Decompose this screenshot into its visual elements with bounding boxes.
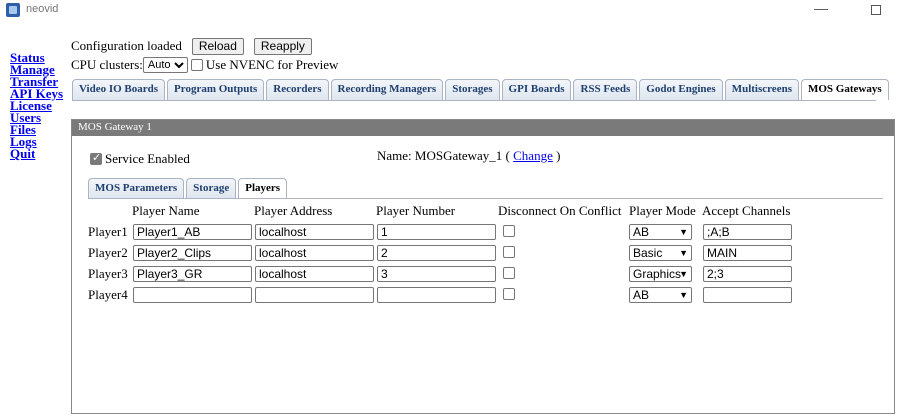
- player-label: Player1: [88, 224, 128, 239]
- nvenc-checkbox[interactable]: [190, 59, 203, 71]
- tab-recorders[interactable]: Recorders: [266, 79, 329, 100]
- tab-recording-managers[interactable]: Recording Managers: [330, 79, 444, 100]
- header-player-address: Player Address: [254, 203, 333, 218]
- config-status-text: Configuration loaded: [71, 38, 182, 53]
- disconnect-checkbox[interactable]: [503, 246, 515, 258]
- player-label: Player2: [88, 245, 128, 260]
- change-name-link[interactable]: Change: [513, 148, 553, 163]
- tab-video-io-boards[interactable]: Video IO Boards: [72, 79, 166, 100]
- subtab-mos-parameters[interactable]: MOS Parameters: [88, 178, 185, 198]
- player-mode-select[interactable]: Graphics ▼: [629, 266, 692, 282]
- reload-button[interactable]: Reload: [191, 37, 244, 55]
- paren-open: (: [505, 148, 510, 163]
- player-name-input[interactable]: [133, 287, 252, 303]
- tab-storages[interactable]: Storages: [445, 79, 500, 100]
- player-address-input[interactable]: localhost: [255, 245, 374, 261]
- accept-channels-input[interactable]: 2;3: [703, 266, 792, 282]
- accept-channels-input[interactable]: [703, 287, 792, 303]
- chevron-down-icon: ▼: [679, 290, 688, 300]
- chevron-down-icon: ▼: [679, 248, 688, 258]
- player-mode-select[interactable]: AB ▼: [629, 287, 692, 303]
- player-address-input[interactable]: [255, 287, 374, 303]
- nvenc-label: Use NVENC for Preview: [205, 57, 339, 72]
- name-prefix: Name:: [377, 148, 412, 163]
- chevron-down-icon: ▼: [679, 269, 688, 279]
- chevron-down-icon: ▼: [679, 227, 688, 237]
- tab-godot-engines[interactable]: Godot Engines: [639, 79, 723, 100]
- reapply-button[interactable]: Reapply: [253, 37, 312, 55]
- player-mode-value: AB: [633, 288, 650, 302]
- player-address-input[interactable]: localhost: [255, 224, 374, 240]
- accept-channels-input[interactable]: MAIN: [703, 245, 792, 261]
- subtab-players[interactable]: Players: [238, 178, 288, 198]
- minimize-icon[interactable]: —: [814, 0, 828, 16]
- player-number-input[interactable]: 1: [377, 224, 496, 240]
- player-mode-value: AB: [633, 225, 650, 239]
- main-tabs: Video IO Boards Program Outputs Recorder…: [72, 79, 891, 100]
- subtabs-divider: [88, 198, 883, 199]
- subtab-storage[interactable]: Storage: [186, 178, 237, 198]
- player-label: Player4: [88, 287, 128, 302]
- player-mode-select[interactable]: AB ▼: [629, 224, 692, 240]
- player-name-input[interactable]: Player3_GR: [133, 266, 252, 282]
- service-enabled-checkbox[interactable]: [90, 151, 102, 165]
- header-player-name: Player Name: [132, 203, 200, 218]
- app-icon: [6, 3, 20, 17]
- gateway-name-row: Name: MOSGateway_1 ( Change ): [377, 148, 560, 164]
- service-enabled-label: Service Enabled: [105, 151, 190, 166]
- disconnect-checkbox[interactable]: [503, 225, 515, 237]
- header-player-number: Player Number: [376, 203, 456, 218]
- header-accept-channels: Accept Channels: [702, 203, 791, 218]
- accept-channels-input[interactable]: ;A;B: [703, 224, 792, 240]
- player-name-input[interactable]: Player2_Clips: [133, 245, 252, 261]
- player-name-input[interactable]: Player1_AB: [133, 224, 252, 240]
- gateway-name: MOSGateway_1: [414, 148, 503, 163]
- player-number-input[interactable]: 2: [377, 245, 496, 261]
- player-mode-value: Basic: [633, 246, 663, 260]
- top-controls: Configuration loaded Reload Reapply CPU …: [71, 37, 338, 74]
- cpu-clusters-select[interactable]: Auto: [142, 57, 188, 73]
- header-player-mode: Player Mode: [629, 203, 696, 218]
- player-label: Player3: [88, 266, 128, 281]
- disconnect-checkbox[interactable]: [503, 267, 515, 279]
- service-enabled: Service Enabled: [90, 151, 190, 167]
- panel-title: MOS Gateway 1: [72, 120, 894, 136]
- mos-gateway-panel: MOS Gateway 1 Service Enabled Name: MOSG…: [71, 119, 895, 414]
- player-address-input[interactable]: localhost: [255, 266, 374, 282]
- tab-mos-gateways[interactable]: MOS Gateways: [800, 79, 889, 100]
- player-mode-value: Graphics: [633, 267, 682, 281]
- sub-tabs: MOS Parameters Storage Players: [88, 178, 289, 198]
- maximize-icon[interactable]: [871, 5, 881, 15]
- player-number-input[interactable]: 3: [377, 266, 496, 282]
- player-mode-select[interactable]: Basic ▼: [629, 245, 692, 261]
- left-nav: Status Manage Transfer API Keys License …: [10, 51, 70, 160]
- tab-multiscreens[interactable]: Multiscreens: [724, 79, 799, 100]
- cpu-clusters-label: CPU clusters:: [71, 57, 143, 72]
- tabs-divider: [72, 100, 876, 101]
- header-disconnect-on-conflict: Disconnect On Conflict: [498, 203, 622, 218]
- disconnect-checkbox[interactable]: [503, 288, 515, 300]
- nav-quit[interactable]: Quit: [10, 147, 70, 160]
- tab-gpi-boards[interactable]: GPI Boards: [501, 79, 572, 100]
- tab-program-outputs[interactable]: Program Outputs: [167, 79, 265, 100]
- title-bar: neovid —: [0, 0, 900, 20]
- player-number-input[interactable]: [377, 287, 496, 303]
- tab-rss-feeds[interactable]: RSS Feeds: [573, 79, 638, 100]
- window-title: neovid: [26, 3, 59, 15]
- paren-close: ): [556, 148, 561, 163]
